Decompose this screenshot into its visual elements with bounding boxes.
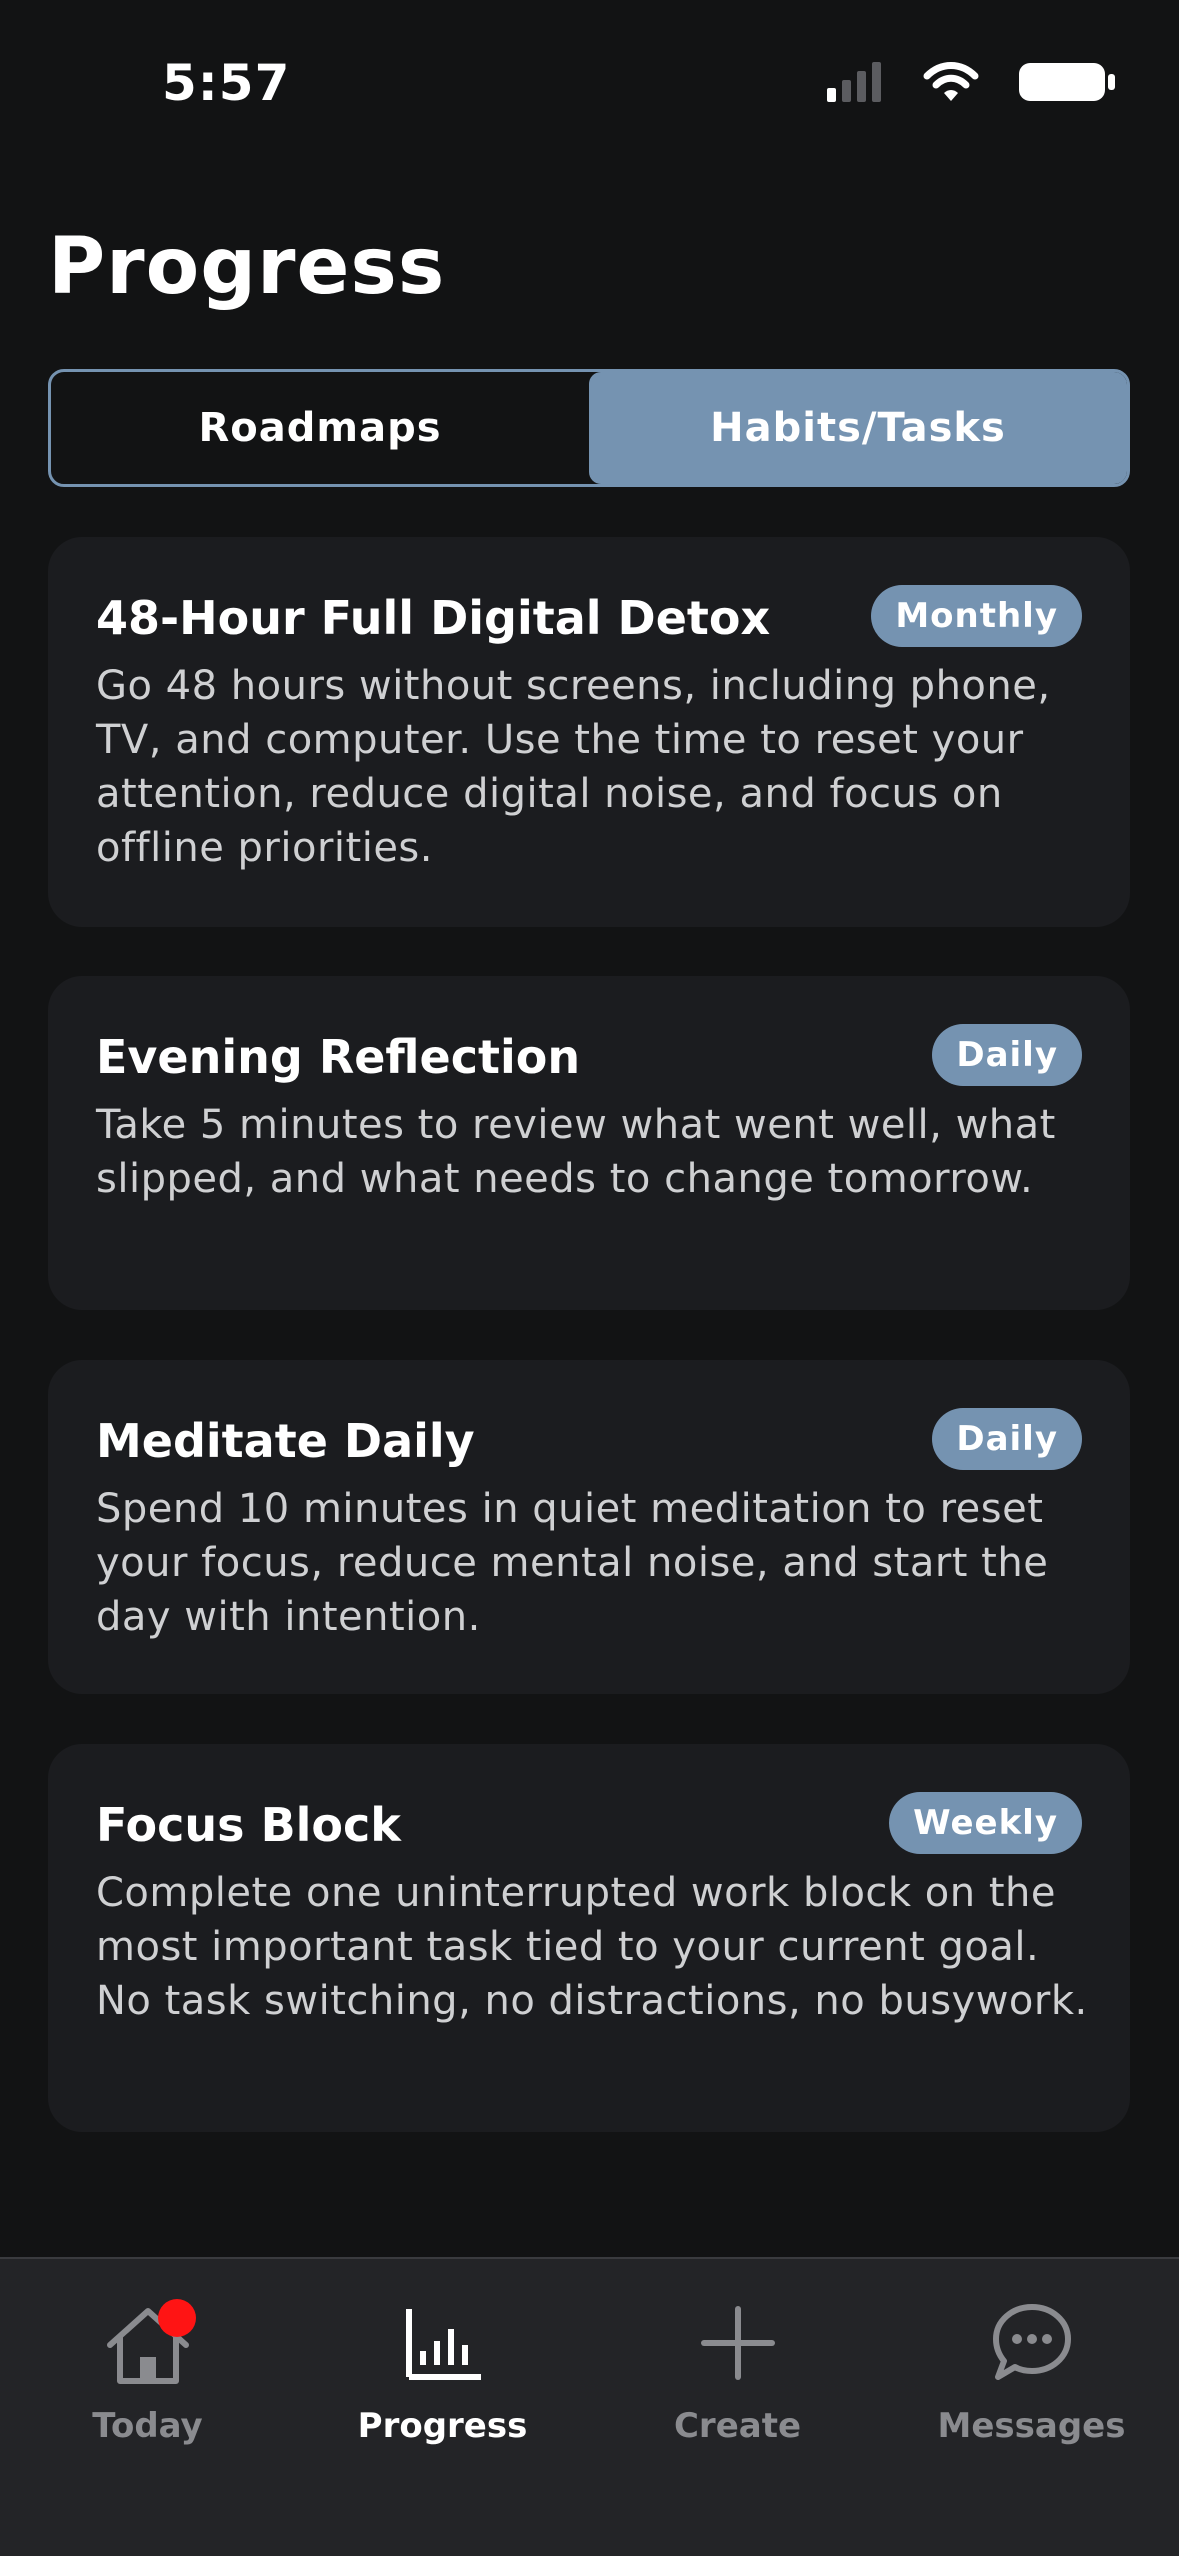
- nav-label: Create: [673, 2406, 802, 2446]
- card-title: Meditate Daily: [96, 1414, 475, 1468]
- page-title: Progress: [48, 222, 446, 312]
- bar-chart-icon: [405, 2309, 481, 2380]
- bottom-nav: Today Progress Create Messages: [0, 2257, 1179, 2556]
- card-title: 48-Hour Full Digital Detox: [96, 591, 771, 645]
- status-time: 5:57: [162, 54, 291, 112]
- frequency-badge: Daily: [932, 1408, 1082, 1470]
- battery-icon: [1019, 63, 1115, 101]
- notification-dot: [158, 2299, 196, 2337]
- nav-label: Progress: [357, 2406, 528, 2446]
- wifi-icon: [923, 62, 979, 101]
- chat-bubble-icon: [992, 2304, 1071, 2380]
- frequency-badge: Weekly: [889, 1792, 1082, 1854]
- status-bar: 5:57: [0, 0, 1179, 150]
- habit-card[interactable]: Evening Reflection Daily Take 5 minutes …: [48, 976, 1130, 1310]
- habit-card[interactable]: Meditate Daily Daily Spend 10 minutes in…: [48, 1360, 1130, 1694]
- status-icons: [825, 52, 1117, 112]
- nav-messages[interactable]: Messages: [884, 2259, 1179, 2459]
- nav-progress[interactable]: Progress: [295, 2259, 590, 2459]
- tab-habits-tasks[interactable]: Habits/Tasks: [589, 372, 1127, 484]
- frequency-badge: Monthly: [871, 585, 1082, 647]
- cellular-signal-icon: [827, 62, 881, 102]
- card-description: Complete one uninterrupted work block on…: [96, 1870, 1088, 2024]
- card-description: Take 5 minutes to review what went well,…: [96, 1102, 1056, 1202]
- card-title: Evening Reflection: [96, 1030, 581, 1084]
- frequency-badge: Daily: [932, 1024, 1082, 1086]
- habit-card[interactable]: 48-Hour Full Digital Detox Monthly Go 48…: [48, 537, 1130, 927]
- nav-label: Messages: [937, 2406, 1126, 2446]
- habit-card[interactable]: Focus Block Weekly Complete one uninterr…: [48, 1744, 1130, 2132]
- card-description: Go 48 hours without screens, including p…: [96, 663, 1051, 871]
- card-description: Spend 10 minutes in quiet meditation to …: [96, 1486, 1049, 1640]
- nav-create[interactable]: Create: [590, 2259, 885, 2459]
- tab-roadmaps[interactable]: Roadmaps: [51, 372, 589, 484]
- segmented-control: Roadmaps Habits/Tasks: [48, 369, 1130, 487]
- plus-icon: [700, 2306, 775, 2380]
- nav-today[interactable]: Today: [0, 2259, 295, 2459]
- nav-label: Today: [92, 2406, 203, 2446]
- card-title: Focus Block: [96, 1798, 401, 1852]
